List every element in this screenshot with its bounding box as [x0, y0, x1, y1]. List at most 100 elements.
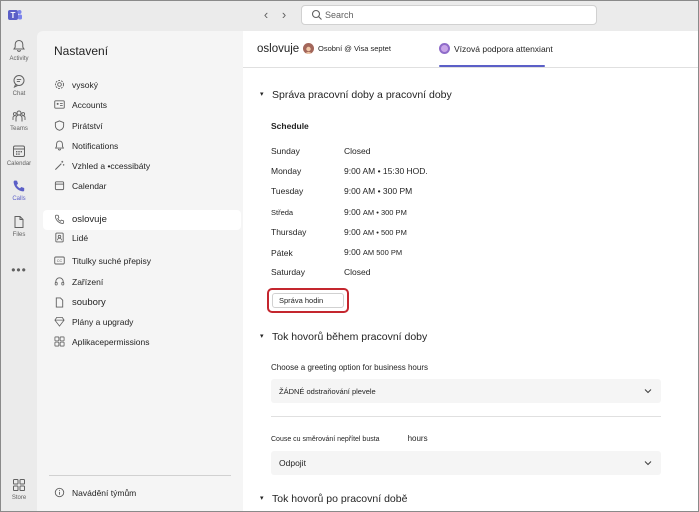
routing-label: Couse cu směrování nepřítel busta hours	[271, 434, 428, 443]
day-label: Saturday	[271, 267, 306, 277]
hours-rest: AM • 300 PM	[362, 186, 413, 196]
title-bar: T ‹ › Search	[1, 1, 698, 31]
hours-start: 9:00	[344, 247, 361, 257]
rail-label: Activity	[9, 56, 29, 62]
greeting-value: ŽÁDNÉ odstraňování plevele	[279, 387, 376, 396]
settings-item-team-guide[interactable]: Navádění týmům	[43, 483, 241, 503]
tab-active-indicator	[439, 65, 545, 67]
settings-item-label: Zařízení	[72, 277, 104, 287]
settings-item-notifications[interactable]: Notifications	[43, 136, 241, 156]
rail-item-chat[interactable]: Chat	[1, 72, 37, 104]
settings-item-calendar[interactable]: Calendar	[43, 176, 241, 196]
day-label: Pátek	[271, 248, 293, 258]
account-label[interactable]: Osobní @ Visa septet	[318, 44, 391, 53]
settings-item-label: Titulky suché přepisy	[72, 256, 152, 266]
settings-item-general[interactable]: vysoký	[43, 75, 241, 95]
settings-item-label: vysoký	[72, 80, 98, 90]
rail-item-files[interactable]: Files	[1, 213, 37, 245]
phone-icon	[54, 214, 65, 224]
settings-panel: Nastavení vysoký Accounts Pirátství Noti…	[37, 31, 243, 511]
settings-item-label: Vzhled a •ccessibáty	[72, 161, 151, 171]
section-after-hours-header[interactable]: ▾ Tok hovorů po pracovní době	[260, 493, 407, 505]
chevron-down-icon: ▾	[260, 333, 264, 340]
phone-icon	[13, 180, 25, 192]
rail-label: Chat	[12, 91, 26, 97]
chevron-down-icon: ▾	[260, 495, 264, 502]
settings-item-label: oslovuje	[72, 214, 107, 225]
manage-hours-button-highlight: Správa hodin	[267, 288, 349, 313]
settings-item-label: Calendar	[72, 181, 107, 191]
id-card-icon	[54, 100, 65, 109]
section-title: Správa pracovní doby a pracovní doby	[272, 89, 452, 101]
settings-item-appearance[interactable]: Vzhled a •ccessibáty	[43, 156, 241, 176]
chevron-down-icon	[644, 461, 652, 466]
search-input[interactable]: Search	[301, 5, 597, 25]
rail-item-activity[interactable]: Activity	[1, 37, 37, 69]
routing-value: Odpojit	[279, 458, 306, 468]
hours-rest: AM 500 PM	[362, 248, 403, 257]
section-business-hours-header[interactable]: ▾ Správa pracovní doby a pracovní doby	[260, 89, 452, 101]
hours-rest: AM • 500 PM	[362, 228, 407, 237]
section-title: Tok hovorů během pracovní doby	[272, 331, 428, 343]
apps-icon	[54, 336, 65, 347]
section-call-flow-hours-header[interactable]: ▾ Tok hovorů během pracovní doby	[260, 331, 427, 343]
file-icon	[14, 216, 24, 228]
settings-item-captions[interactable]: CC Titulky suché přepisy	[43, 251, 241, 271]
main-content: oslovuje Osobní @ Visa septet Vízová pod…	[243, 31, 698, 511]
settings-item-label: Pirátství	[72, 121, 103, 131]
day-hours: 9:00 AM • 500 PM	[344, 227, 407, 237]
rail-label: Calls	[12, 196, 26, 202]
tab-voice-assistant[interactable]: Vízová podpora attenxiant	[439, 31, 553, 68]
chevron-down-icon: ▾	[260, 91, 264, 98]
svg-text:CC: CC	[57, 259, 63, 263]
settings-title: Nastavení	[54, 44, 109, 58]
rail-item-calls[interactable]: Calls	[1, 177, 37, 209]
search-icon	[311, 9, 322, 20]
hours-start: 9:00	[344, 227, 361, 237]
page-title: oslovuje	[257, 43, 300, 55]
greeting-dropdown[interactable]: ŽÁDNÉ odstraňování plevele	[271, 379, 661, 403]
rail-label: Store	[11, 495, 27, 501]
rail-label: Calendar	[6, 161, 32, 167]
settings-item-accounts[interactable]: Accounts	[43, 95, 241, 115]
settings-item-files[interactable]: soubory	[43, 293, 241, 313]
settings-item-people[interactable]: Lidé	[43, 228, 241, 248]
day-hours: 9:00 AM • 300 PM	[344, 186, 412, 196]
closed-captions-icon: CC	[54, 256, 65, 265]
content-header: oslovuje Osobní @ Visa septet Vízová pod…	[243, 31, 698, 68]
rail-label: Files	[12, 232, 26, 238]
routing-label-suffix: hours	[407, 434, 428, 443]
manage-hours-label[interactable]: Správa hodin	[279, 296, 323, 305]
settings-divider	[49, 475, 231, 476]
settings-item-label: Plány a upgrady	[72, 317, 134, 327]
hours-start: 9:00	[344, 207, 361, 217]
routing-label-text: Couse cu směrování nepřítel busta	[271, 436, 380, 443]
hours-rest: AM • 300 PM	[362, 208, 407, 217]
settings-item-label: Accounts	[72, 100, 107, 110]
more-apps-icon[interactable]: •••	[1, 263, 37, 277]
back-arrow-icon[interactable]: ‹	[259, 8, 273, 22]
forward-arrow-icon[interactable]: ›	[277, 8, 291, 22]
chat-icon	[13, 75, 25, 88]
app-window: T ‹ › Search Activity Chat Teams Calenda…	[0, 0, 699, 512]
rail-item-calendar[interactable]: Calendar	[1, 142, 37, 174]
hours-start: 9:00	[344, 186, 361, 196]
settings-item-calls[interactable]: oslovuje	[43, 210, 241, 230]
settings-item-app-permissions[interactable]: Aplikacepermissions	[43, 332, 241, 352]
settings-item-privacy[interactable]: Pirátství	[43, 116, 241, 136]
magic-wand-icon	[55, 160, 65, 170]
day-label: Sunday	[271, 146, 300, 156]
settings-item-devices[interactable]: Zařízení	[43, 272, 241, 292]
rail-item-teams[interactable]: Teams	[1, 107, 37, 139]
contact-book-icon	[55, 232, 64, 243]
routing-dropdown[interactable]: Odpojit	[271, 451, 661, 475]
greeting-label: Choose a greeting option for business ho…	[271, 363, 428, 372]
settings-item-plans[interactable]: Plány a upgrady	[43, 312, 241, 332]
day-label: Monday	[271, 166, 302, 176]
hours-rest: AM • 15:30 HOD.	[362, 166, 428, 176]
settings-item-label: Aplikacepermissions	[72, 337, 150, 347]
rail-item-store[interactable]: Store	[1, 476, 37, 508]
divider	[271, 416, 661, 417]
day-hours: 9:00 AM • 300 PM	[344, 207, 407, 217]
store-icon	[13, 479, 25, 491]
